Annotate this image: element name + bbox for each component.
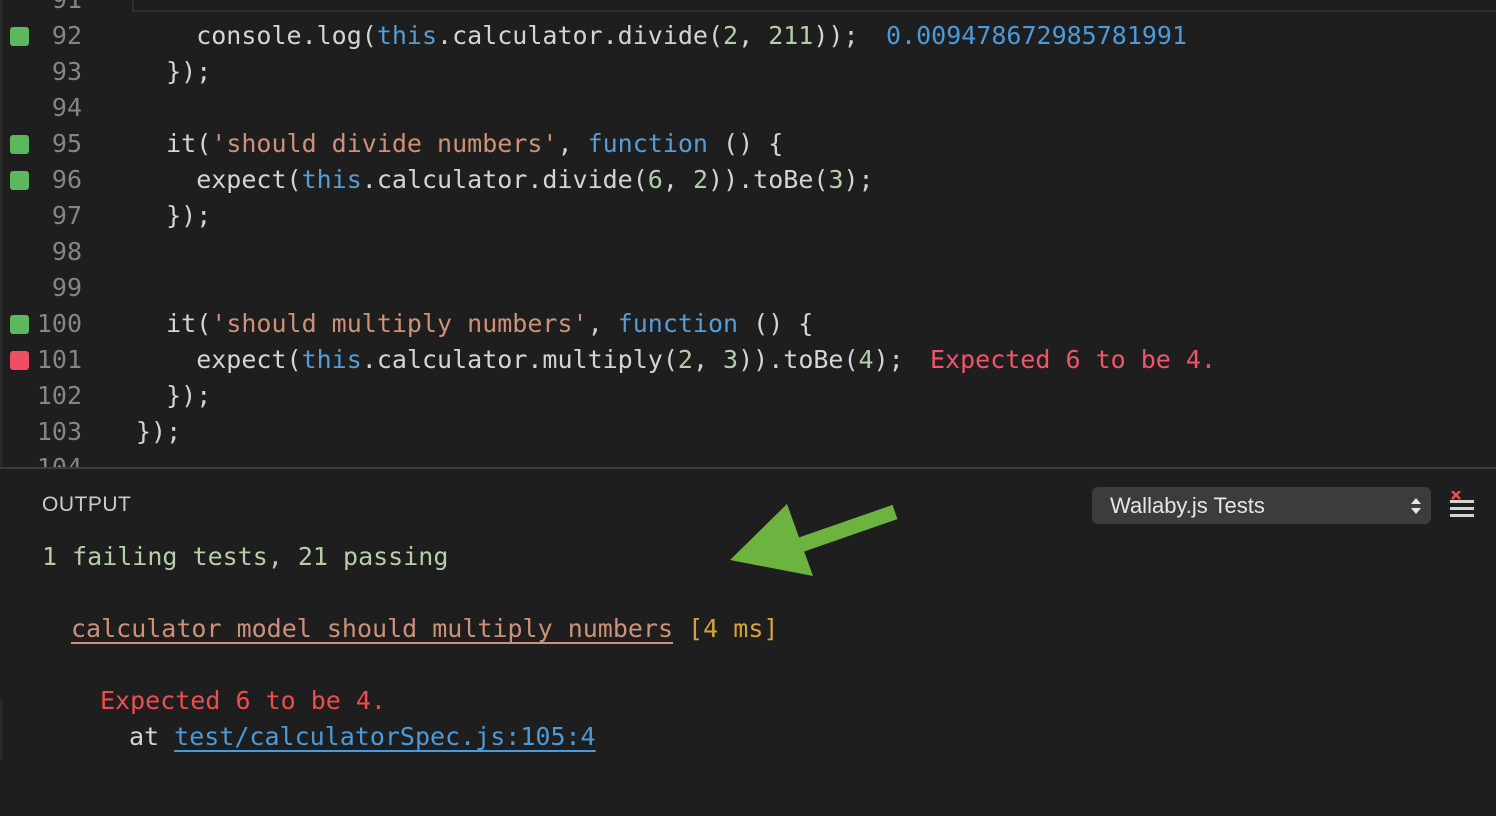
line-number: 94 (51, 93, 82, 122)
code-token: 4 (858, 345, 874, 374)
line-number: 102 (36, 381, 82, 410)
code-token: it( (136, 309, 212, 338)
code-line[interactable]: 99 (0, 270, 1496, 306)
code-token: 3 (828, 165, 844, 194)
code-line[interactable]: 94 (0, 90, 1496, 126)
panel-edge (0, 700, 3, 760)
code-token: this (301, 165, 362, 194)
square-pass-icon[interactable] (10, 315, 29, 334)
code-token: ); (843, 165, 874, 194)
clear-output-icon[interactable] (1448, 491, 1476, 521)
test-summary: 1 failing tests, 21 passing (42, 542, 449, 571)
line-number: 101 (36, 345, 82, 374)
code-token: 2 (692, 165, 709, 194)
code-token: , (557, 129, 588, 158)
stack-prefix: at (129, 722, 175, 751)
line-number: 92 (51, 21, 82, 50)
code-line[interactable]: 96 expect(this.calculator.divide(6, 2)).… (0, 162, 1496, 198)
test-duration: [4 ms] (688, 614, 779, 643)
code-token: )); (813, 21, 859, 50)
stack-trace-line: at test/calculatorSpec.js:105:4 (129, 719, 596, 755)
chevron-updown-icon (1411, 498, 1421, 514)
code-text: it('should divide numbers', function () … (136, 126, 783, 162)
failing-test-entry: calculator model should multiply numbers… (71, 611, 778, 647)
code-token: expect( (136, 345, 302, 374)
stack-trace-link[interactable]: test/calculatorSpec.js:105:4 (174, 722, 595, 751)
line-number: 103 (36, 417, 82, 446)
line-number: 93 (51, 57, 82, 86)
line-number: 97 (51, 201, 82, 230)
code-token: this (376, 21, 438, 50)
code-token: ); (873, 345, 904, 374)
arrow-icon (730, 504, 898, 576)
code-token: function (617, 309, 739, 338)
code-token: )).toBe( (708, 165, 829, 194)
line-number: 91 (36, 0, 82, 18)
code-text: it('should multiply numbers', function (… (136, 306, 813, 342)
code-token: 3 (723, 345, 739, 374)
code-line[interactable]: 104 (0, 450, 1496, 468)
code-token: it( (136, 129, 212, 158)
code-token: () { (707, 129, 784, 158)
line-number: 99 (51, 273, 82, 302)
code-editor[interactable]: 9192 console.log(this.calculator.divide(… (0, 0, 1496, 468)
code-line[interactable]: 101 expect(this.calculator.multiply(2, 3… (0, 342, 1496, 378)
code-token: }); (136, 201, 212, 230)
code-token: }); (136, 417, 182, 446)
line-number: 98 (51, 237, 82, 266)
code-line[interactable]: 98 (0, 234, 1496, 270)
code-token: this (301, 345, 362, 374)
code-line[interactable]: 93 }); (0, 54, 1496, 90)
code-line[interactable]: 100 it('should multiply numbers', functi… (0, 306, 1496, 342)
code-token: () { (738, 309, 814, 338)
inline-log-value: 0.009478672985781991 (886, 21, 1188, 50)
code-token: 'should multiply numbers' (211, 309, 588, 338)
code-token: , (587, 309, 618, 338)
code-token: , (738, 21, 769, 50)
line-number: 104 (36, 453, 82, 468)
code-text: }); (136, 378, 211, 414)
square-fail-icon[interactable] (10, 351, 29, 370)
inline-error-message: Expected 6 to be 4. (930, 345, 1216, 374)
code-line[interactable]: 91 (0, 0, 1496, 18)
code-token: , (692, 345, 724, 374)
code-token: )).toBe( (738, 345, 859, 374)
code-token: 2 (723, 21, 739, 50)
code-text: expect(this.calculator.multiply(2, 3)).t… (136, 342, 904, 378)
code-token: , (662, 165, 693, 194)
panel-title[interactable]: OUTPUT (42, 493, 131, 517)
line-number: 100 (36, 309, 82, 338)
code-text: console.log(this.calculator.divide(2, 21… (136, 18, 859, 54)
code-token: }); (136, 57, 212, 86)
code-line[interactable]: 92 console.log(this.calculator.divide(2,… (0, 18, 1496, 54)
code-line[interactable]: 97 }); (0, 198, 1496, 234)
square-pass-icon[interactable] (10, 171, 29, 190)
code-token: .calculator.divide( (361, 165, 648, 194)
square-pass-icon[interactable] (10, 27, 29, 46)
code-text: expect(this.calculator.divide(6, 2)).toB… (136, 162, 874, 198)
code-text: }); (136, 414, 181, 450)
code-token: 6 (647, 165, 663, 194)
code-token: .calculator.multiply( (361, 345, 678, 374)
code-token: }); (136, 381, 212, 410)
line-number: 95 (51, 129, 82, 158)
code-token: console.log( (136, 21, 377, 50)
code-text: }); (136, 198, 211, 234)
error-message: Expected 6 to be 4. (100, 686, 386, 715)
output-channel-select[interactable]: Wallaby.js Tests (1092, 487, 1431, 524)
square-pass-icon[interactable] (10, 135, 29, 154)
code-token: 'should divide numbers' (211, 129, 558, 158)
failing-test-link[interactable]: calculator model should multiply numbers (71, 614, 673, 643)
output-channel-label: Wallaby.js Tests (1110, 493, 1265, 518)
code-token: expect( (136, 165, 302, 194)
code-token: 211 (768, 21, 814, 50)
line-number: 96 (51, 165, 82, 194)
code-token: 2 (677, 345, 693, 374)
code-line[interactable]: 102 }); (0, 378, 1496, 414)
code-line[interactable]: 95 it('should divide numbers', function … (0, 126, 1496, 162)
code-line[interactable]: 103}); (0, 414, 1496, 450)
code-text: }); (136, 54, 211, 90)
code-token: .calculator.divide( (437, 21, 724, 50)
code-token: function (587, 129, 708, 158)
